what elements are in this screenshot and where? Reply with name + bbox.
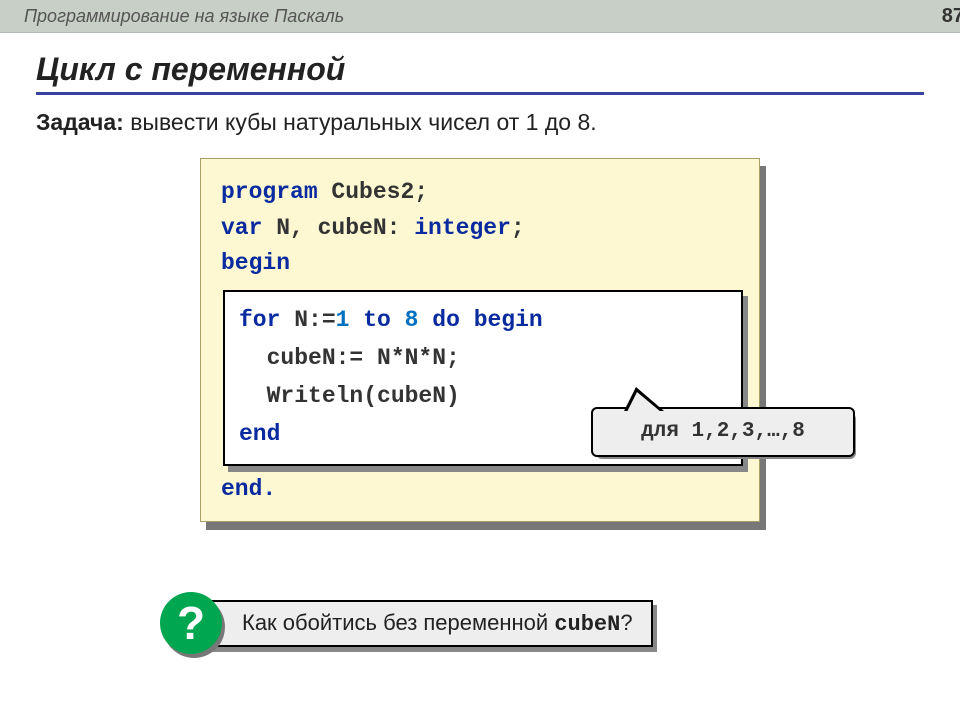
kw-integer: integer [414,215,511,241]
heading: Цикл с переменной [36,51,924,95]
num-1: 1 [336,307,350,333]
code-inner-line-2: cubeN:= N*N*N; [239,340,727,378]
code-text: N, cubeN: [262,215,414,241]
callout-tail [627,392,661,412]
question-code: cubeN [554,612,620,637]
code-line-3: begin [221,246,739,282]
page-number: 87 [942,0,960,32]
question-text-pre: Как обойтись без переменной [242,610,554,635]
kw-do-begin: do begin [418,307,542,333]
code-outer: program Cubes2; var N, cubeN: integer; b… [200,158,760,522]
question-box-wrap: Как обойтись без переменной cubeN? [200,600,653,647]
kw-to: to [349,307,404,333]
question-mark: ? [177,596,205,650]
callout: для 1,2,3,…,8 [591,407,851,459]
callout-text: для 1,2,3,…,8 [641,416,805,449]
code-text: N:= [280,307,335,333]
task-line: Задача: вывести кубы натуральных чисел о… [36,109,924,136]
code-text: ; [511,215,525,241]
code-inner-line-1: for N:=1 to 8 do begin [239,302,727,340]
question-text-post: ? [620,610,632,635]
task-label: Задача: [36,109,124,135]
question-row: ? Как обойтись без переменной cubeN? [160,592,653,654]
page-title: Цикл с переменной [36,51,924,88]
question-mark-icon: ? [160,592,222,654]
kw-var: var [221,215,262,241]
question-box: Как обойтись без переменной cubeN? [200,600,653,647]
task-text: вывести кубы натуральных чисел от 1 до 8… [124,109,597,135]
callout-box: для 1,2,3,…,8 [591,407,855,457]
code-line-last: end. [221,472,739,508]
code-line-2: var N, cubeN: integer; [221,211,739,247]
code-line-1: program Cubes2; [221,175,739,211]
kw-program: program [221,179,318,205]
code-text: Cubes2; [318,179,428,205]
num-8: 8 [405,307,419,333]
header-band: Программирование на языке Паскаль 87 [0,0,960,33]
code-block: program Cubes2; var N, cubeN: integer; b… [200,158,760,522]
slide: Программирование на языке Паскаль 87 Цик… [0,0,960,720]
kw-for: for [239,307,280,333]
breadcrumb: Программирование на языке Паскаль [24,6,344,26]
